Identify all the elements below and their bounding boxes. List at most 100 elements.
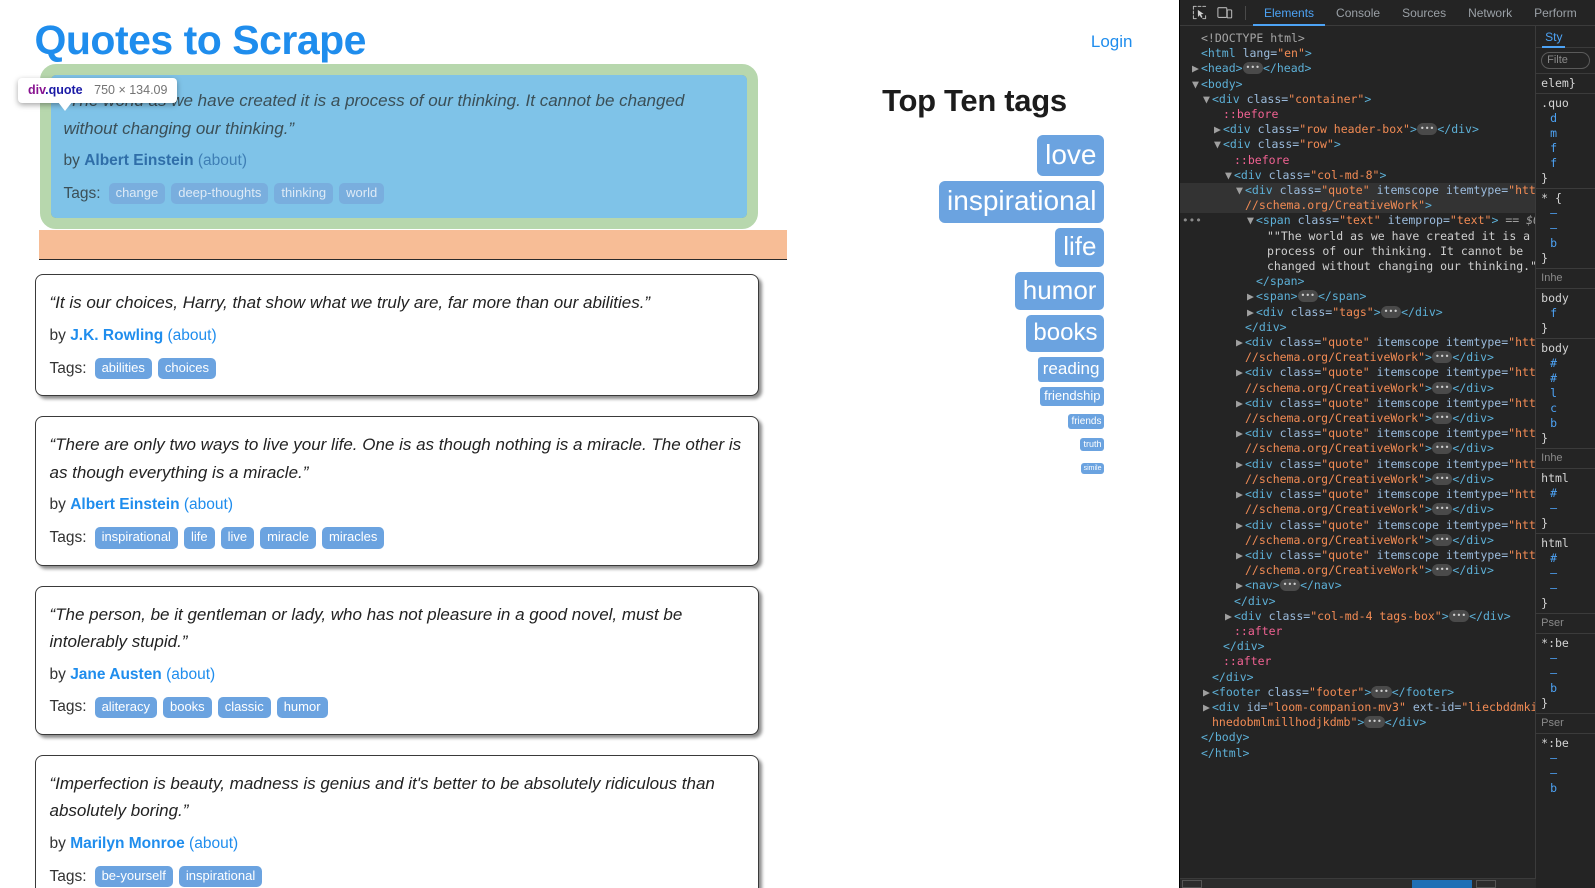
- tag-cloud-item[interactable]: truth: [1080, 438, 1104, 452]
- tag-link[interactable]: humor: [277, 697, 328, 718]
- tag-link[interactable]: world: [339, 183, 384, 204]
- dom-tree-line[interactable]: •••▼<span class="text" itemprop="text"> …: [1180, 213, 1535, 228]
- styles-rule[interactable]: html#—}: [1536, 468, 1595, 533]
- quote-card[interactable]: “The person, be it gentleman or lady, wh…: [35, 586, 760, 735]
- author-about-link[interactable]: (about): [168, 327, 217, 344]
- dom-tree-line[interactable]: ▼<div class="quote" itemscope itemtype="…: [1180, 183, 1535, 198]
- styles-rule[interactable]: bodyf}: [1536, 288, 1595, 338]
- styles-property[interactable]: —: [1541, 221, 1595, 236]
- devtools-tab-sources[interactable]: Sources: [1391, 0, 1457, 26]
- dom-tree-line[interactable]: ▶<div id="loom-companion-mv3" ext-id="li…: [1180, 700, 1535, 715]
- styles-rule[interactable]: body##lcb}: [1536, 338, 1595, 448]
- tag-cloud-item[interactable]: reading: [1038, 357, 1105, 382]
- dom-tree-line[interactable]: //schema.org/CreativeWork">•••</div>: [1180, 441, 1535, 456]
- dom-tree-line[interactable]: ""The world as we have created it is a: [1180, 229, 1535, 244]
- dom-tree-line[interactable]: ▶<footer class="footer">•••</footer>: [1180, 685, 1535, 700]
- dom-tree-line[interactable]: ▶<span>•••</span>: [1180, 289, 1535, 304]
- dom-expand-arrow[interactable]: ▶: [1236, 426, 1245, 441]
- tag-link[interactable]: thinking: [274, 183, 333, 204]
- styles-property[interactable]: f: [1541, 156, 1595, 171]
- styles-rule[interactable]: html#——}: [1536, 533, 1595, 613]
- styles-property[interactable]: f: [1541, 141, 1595, 156]
- dom-tree-line[interactable]: <html lang="en">: [1180, 46, 1535, 61]
- styles-property[interactable]: b: [1541, 781, 1595, 796]
- dom-tree-line[interactable]: ▼<div class="col-md-8">: [1180, 168, 1535, 183]
- dom-expand-arrow[interactable]: ▶: [1236, 457, 1245, 472]
- device-toolbar-icon[interactable]: [1212, 2, 1238, 24]
- dom-tree-line[interactable]: ▶<div class="tags">•••</div>: [1180, 305, 1535, 320]
- dom-tree-line[interactable]: //schema.org/CreativeWork">•••</div>: [1180, 502, 1535, 517]
- dom-expand-arrow[interactable]: ▶: [1192, 61, 1201, 76]
- tag-link[interactable]: books: [163, 697, 212, 718]
- dom-tree-line[interactable]: ▶<nav>•••</nav>: [1180, 578, 1535, 593]
- dom-tree-line[interactable]: ::after: [1180, 624, 1535, 639]
- styles-property[interactable]: —: [1541, 751, 1595, 766]
- dom-expand-arrow[interactable]: ▼: [1225, 168, 1234, 183]
- dom-tree-line[interactable]: //schema.org/CreativeWork">•••</div>: [1180, 533, 1535, 548]
- dom-expand-arrow[interactable]: ▶: [1247, 305, 1256, 320]
- quote-card[interactable]: “Imperfection is beauty, madness is geni…: [35, 755, 760, 888]
- dom-tree-line[interactable]: </div>: [1180, 594, 1535, 609]
- dom-expand-arrow[interactable]: ▼: [1214, 137, 1223, 152]
- dom-tree-line[interactable]: ▼<div class="container">: [1180, 92, 1535, 107]
- dom-tree-line[interactable]: </html>: [1180, 746, 1535, 761]
- dom-expand-arrow[interactable]: ▶: [1236, 518, 1245, 533]
- styles-property[interactable]: —: [1541, 651, 1595, 666]
- dom-tree-line[interactable]: ::after: [1180, 654, 1535, 669]
- dom-expand-arrow[interactable]: ▶: [1236, 396, 1245, 411]
- dom-expand-arrow[interactable]: ▶: [1247, 289, 1256, 304]
- dom-tree-line[interactable]: ▶<div class="row header-box">•••</div>: [1180, 122, 1535, 137]
- dom-tree-line[interactable]: changed without changing our thinking."": [1180, 259, 1535, 274]
- styles-property[interactable]: —: [1541, 581, 1595, 596]
- dom-tree-line[interactable]: ▶<head>•••</head>: [1180, 61, 1535, 76]
- dom-expand-arrow[interactable]: ▶: [1203, 700, 1212, 715]
- tag-link[interactable]: change: [109, 183, 166, 204]
- styles-pane[interactable]: Sty Filte elem}.quodmff}* {——b}Inhebodyf…: [1535, 26, 1595, 888]
- dom-tree-line[interactable]: //schema.org/CreativeWork">•••</div>: [1180, 563, 1535, 578]
- scrollbar-left-cap[interactable]: [1182, 880, 1202, 888]
- tag-link[interactable]: miracle: [260, 527, 316, 548]
- inspect-element-icon[interactable]: [1186, 2, 1212, 24]
- devtools-horizontal-scrollbar[interactable]: [1180, 878, 1536, 888]
- tag-link[interactable]: aliteracy: [95, 697, 157, 718]
- styles-property[interactable]: b: [1541, 416, 1595, 431]
- dom-tree-line[interactable]: ::before: [1180, 107, 1535, 122]
- tag-cloud-item[interactable]: friends: [1068, 414, 1104, 429]
- dom-expand-arrow[interactable]: ▼: [1192, 77, 1201, 92]
- dom-tree-line[interactable]: </div>: [1180, 320, 1535, 335]
- dom-tree-line[interactable]: ▶<div class="quote" itemscope itemtype="…: [1180, 426, 1535, 441]
- styles-property[interactable]: b: [1541, 681, 1595, 696]
- dom-expand-arrow[interactable]: ▶: [1225, 609, 1234, 624]
- tab-styles[interactable]: Sty: [1542, 26, 1565, 48]
- devtools-tab-console[interactable]: Console: [1325, 0, 1391, 26]
- dom-tree-line[interactable]: ▶<div class="col-md-4 tags-box">•••</div…: [1180, 609, 1535, 624]
- author-about-link[interactable]: (about): [198, 152, 247, 169]
- styles-property[interactable]: c: [1541, 401, 1595, 416]
- dom-tree-line[interactable]: </span>: [1180, 274, 1535, 289]
- dom-tree-pane[interactable]: <!DOCTYPE html><html lang="en">▶<head>••…: [1180, 26, 1535, 888]
- tag-link[interactable]: life: [184, 527, 215, 548]
- tag-cloud-item[interactable]: books: [1026, 315, 1104, 351]
- dom-tree-line[interactable]: ▶<div class="quote" itemscope itemtype="…: [1180, 548, 1535, 563]
- styles-filter-input[interactable]: Filte: [1541, 52, 1590, 69]
- dom-tree-line[interactable]: ▼<div class="row">: [1180, 137, 1535, 152]
- styles-rule[interactable]: *:be——b: [1536, 733, 1595, 798]
- dom-expand-arrow[interactable]: ▶: [1236, 548, 1245, 563]
- dom-tree-line[interactable]: ▶<div class="quote" itemscope itemtype="…: [1180, 335, 1535, 350]
- tag-cloud-item[interactable]: life: [1055, 228, 1104, 267]
- styles-property[interactable]: —: [1541, 501, 1595, 516]
- styles-property[interactable]: #: [1541, 371, 1595, 386]
- dom-expand-arrow[interactable]: ▶: [1236, 487, 1245, 502]
- dom-expand-arrow[interactable]: ▶: [1236, 335, 1245, 350]
- styles-property[interactable]: l: [1541, 386, 1595, 401]
- author-about-link[interactable]: (about): [184, 496, 233, 513]
- dom-tree-line[interactable]: ▶<div class="quote" itemscope itemtype="…: [1180, 396, 1535, 411]
- styles-property[interactable]: #: [1541, 551, 1595, 566]
- devtools-tab-elements[interactable]: Elements: [1253, 0, 1325, 26]
- dom-tree-line[interactable]: </body>: [1180, 730, 1535, 745]
- styles-property[interactable]: —: [1541, 566, 1595, 581]
- tag-cloud-item[interactable]: love: [1037, 135, 1104, 176]
- styles-property[interactable]: —: [1541, 766, 1595, 781]
- tag-link[interactable]: classic: [218, 697, 271, 718]
- dom-tree-line[interactable]: //schema.org/CreativeWork">•••</div>: [1180, 472, 1535, 487]
